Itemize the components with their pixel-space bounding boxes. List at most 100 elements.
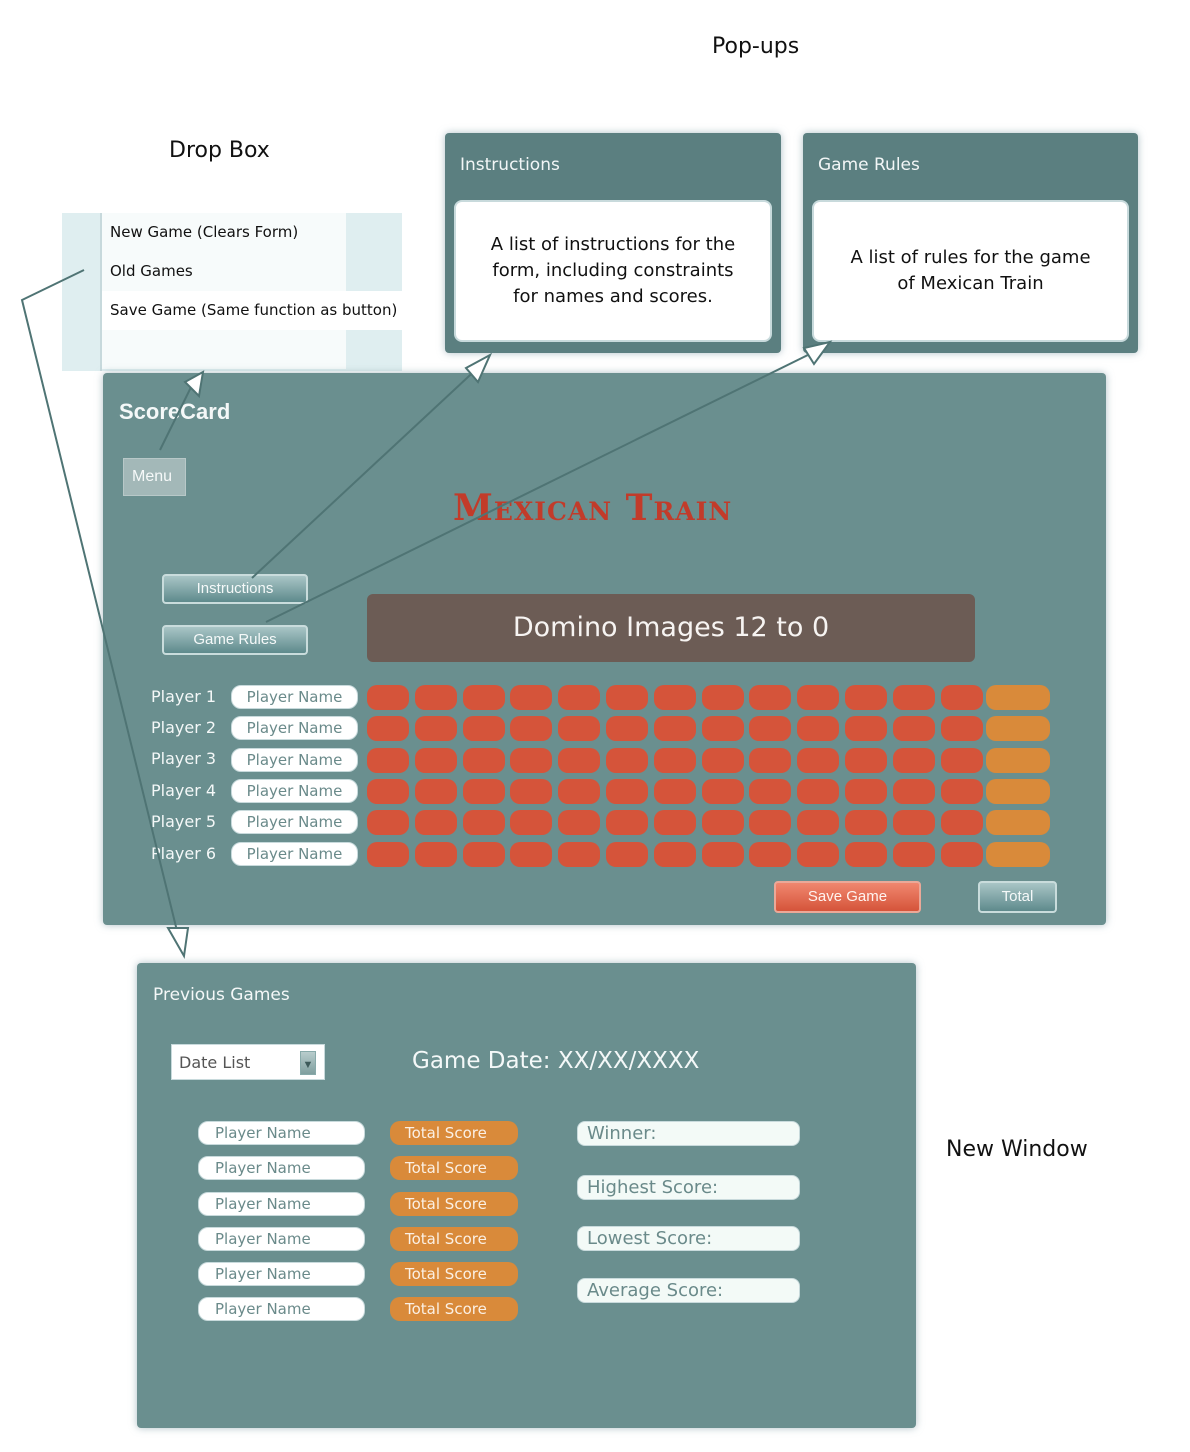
score-cell[interactable] [367, 716, 409, 741]
score-cell[interactable] [797, 842, 840, 867]
score-cell[interactable] [749, 748, 792, 773]
score-cell[interactable] [558, 685, 601, 710]
score-cell[interactable] [558, 779, 601, 804]
score-cell[interactable] [606, 810, 648, 835]
score-cell[interactable] [606, 685, 648, 710]
score-cell[interactable] [845, 685, 887, 710]
total-button[interactable]: Total [978, 881, 1057, 913]
player-name-input[interactable]: Player Name [231, 716, 358, 740]
score-cell[interactable] [510, 748, 553, 773]
score-cell[interactable] [892, 716, 935, 741]
prev-player-name: Player Name [198, 1297, 365, 1321]
score-cell[interactable] [749, 716, 792, 741]
score-cell[interactable] [940, 716, 983, 741]
score-cell[interactable] [701, 810, 744, 835]
score-cell[interactable] [462, 748, 505, 773]
player-name-input[interactable]: Player Name [231, 748, 358, 772]
score-cell[interactable] [462, 685, 505, 710]
score-cell[interactable] [367, 685, 409, 710]
score-cell[interactable] [510, 779, 553, 804]
score-cell[interactable] [845, 779, 887, 804]
score-cell[interactable] [653, 685, 696, 710]
player-name-input[interactable]: Player Name [231, 779, 358, 803]
score-cell[interactable] [414, 716, 457, 741]
scorecard-window: ScoreCard Menu Mexican Train Instruction… [103, 373, 1106, 925]
score-cell[interactable] [653, 748, 696, 773]
game-date: Game Date: XX/XX/XXXX [412, 1048, 700, 1074]
score-cell[interactable] [653, 779, 696, 804]
score-cell[interactable] [462, 810, 505, 835]
menu-item-old-games[interactable]: Old Games [102, 252, 346, 291]
total-cell [986, 810, 1050, 835]
score-cell[interactable] [367, 842, 409, 867]
score-cell[interactable] [653, 716, 696, 741]
score-cell[interactable] [414, 842, 457, 867]
score-cell[interactable] [606, 779, 648, 804]
score-cell[interactable] [749, 810, 792, 835]
score-cell[interactable] [892, 779, 935, 804]
score-cell[interactable] [701, 685, 744, 710]
score-cell[interactable] [510, 716, 553, 741]
score-cell[interactable] [845, 842, 887, 867]
save-game-button[interactable]: Save Game [774, 881, 921, 913]
player-name-input[interactable]: Player Name [231, 810, 358, 834]
score-cell[interactable] [845, 716, 887, 741]
player-name-input[interactable]: Player Name [231, 842, 358, 866]
score-cell[interactable] [367, 748, 409, 773]
average-score-field: Average Score: [577, 1278, 800, 1303]
score-cell[interactable] [749, 685, 792, 710]
score-cell[interactable] [653, 842, 696, 867]
score-cell[interactable] [462, 779, 505, 804]
game-rules-button[interactable]: Game Rules [162, 625, 308, 655]
score-cell[interactable] [797, 685, 840, 710]
player-name-input[interactable]: Player Name [231, 685, 358, 709]
score-cell[interactable] [797, 716, 840, 741]
score-cell[interactable] [940, 685, 983, 710]
score-cell[interactable] [845, 748, 887, 773]
score-cell[interactable] [892, 842, 935, 867]
score-cell[interactable] [367, 810, 409, 835]
score-cell[interactable] [797, 748, 840, 773]
score-cell[interactable] [701, 716, 744, 741]
score-cell[interactable] [797, 810, 840, 835]
score-cell[interactable] [749, 779, 792, 804]
score-cell[interactable] [940, 779, 983, 804]
score-cell[interactable] [701, 842, 744, 867]
score-cell[interactable] [510, 842, 553, 867]
score-cell[interactable] [892, 685, 935, 710]
score-cell[interactable] [558, 716, 601, 741]
score-cell[interactable] [892, 748, 935, 773]
score-cell[interactable] [414, 685, 457, 710]
score-cell[interactable] [940, 842, 983, 867]
score-cell[interactable] [606, 748, 648, 773]
score-cell[interactable] [892, 810, 935, 835]
score-cell[interactable] [940, 810, 983, 835]
score-cell[interactable] [606, 716, 648, 741]
score-cell[interactable] [462, 716, 505, 741]
date-list-select[interactable]: Date List ▼ [171, 1044, 325, 1080]
drop-box-menu: New Game (Clears Form) Old Games Save Ga… [62, 213, 408, 371]
menu-item-new-game[interactable]: New Game (Clears Form) [102, 213, 346, 252]
score-cell[interactable] [510, 685, 553, 710]
score-cell[interactable] [367, 779, 409, 804]
score-cell[interactable] [797, 779, 840, 804]
chevron-down-icon[interactable]: ▼ [300, 1051, 316, 1075]
instructions-button[interactable]: Instructions [162, 574, 308, 604]
score-cell[interactable] [749, 842, 792, 867]
score-cell[interactable] [701, 779, 744, 804]
menu-item-save-game[interactable]: Save Game (Same function as button) [102, 291, 408, 330]
score-cell[interactable] [414, 748, 457, 773]
score-cell[interactable] [558, 748, 601, 773]
score-cell[interactable] [940, 748, 983, 773]
score-cell[interactable] [462, 842, 505, 867]
menu-button[interactable]: Menu [123, 458, 186, 496]
score-cell[interactable] [558, 810, 601, 835]
score-cell[interactable] [414, 779, 457, 804]
score-cell[interactable] [414, 810, 457, 835]
score-cell[interactable] [606, 842, 648, 867]
score-cell[interactable] [558, 842, 601, 867]
score-cell[interactable] [510, 810, 553, 835]
score-cell[interactable] [653, 810, 696, 835]
score-cell[interactable] [845, 810, 887, 835]
score-cell[interactable] [701, 748, 744, 773]
